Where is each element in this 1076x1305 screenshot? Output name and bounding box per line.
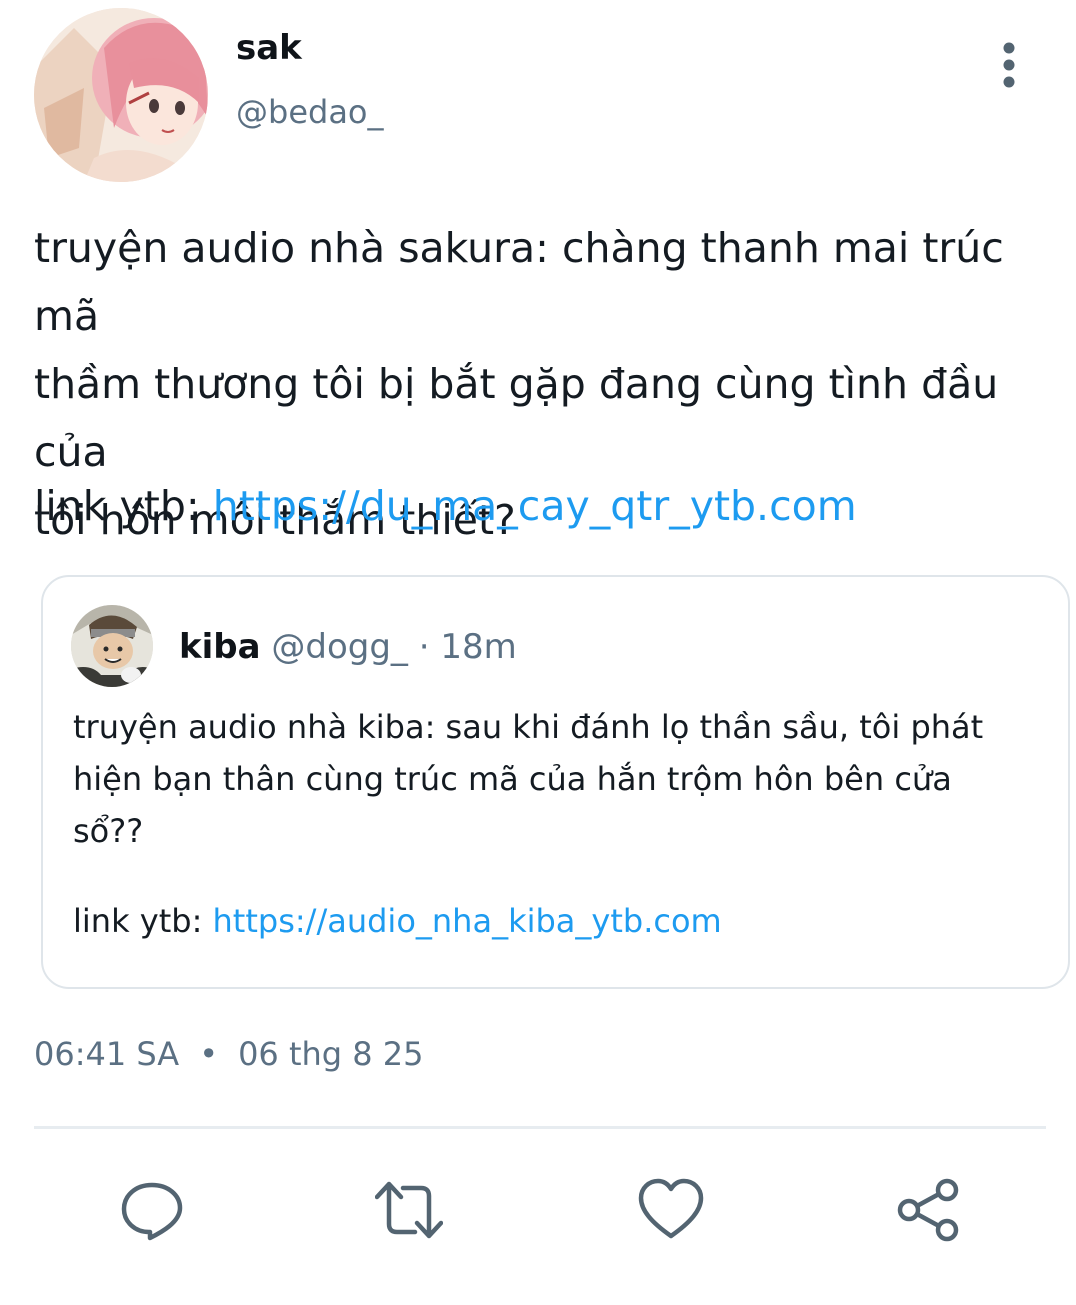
tweet-link-line: link ytb: https://du_ma_cay_qtr_ytb.com	[34, 472, 857, 540]
quoted-author-avatar[interactable]	[71, 605, 153, 687]
tweet-link-prefix: link ytb:	[34, 482, 213, 530]
reply-icon	[121, 1182, 183, 1241]
divider	[34, 1126, 1046, 1129]
quoted-link-line: link ytb: https://audio_nha_kiba_ytb.com	[73, 895, 722, 947]
retweet-button[interactable]	[374, 1176, 444, 1244]
quoted-separator: ·	[407, 627, 441, 667]
like-button[interactable]	[637, 1176, 705, 1244]
author-handle[interactable]: @bedao_	[236, 92, 384, 132]
tweet-timestamp: 06:41 SA • 06 thg 8 25	[34, 1030, 424, 1078]
quoted-header: kiba @dogg_ · 18m	[179, 625, 517, 669]
share-button[interactable]	[895, 1176, 963, 1244]
quoted-link-prefix: link ytb:	[73, 902, 213, 940]
author-avatar[interactable]	[34, 8, 208, 182]
more-options-button[interactable]	[992, 40, 1026, 90]
author-display-name[interactable]: sak	[236, 28, 302, 68]
like-icon	[638, 1178, 704, 1239]
share-icon	[897, 1178, 959, 1242]
reply-button[interactable]	[118, 1176, 186, 1244]
tweet-link[interactable]: https://du_ma_cay_qtr_ytb.com	[213, 482, 857, 530]
anime-boy-avatar-icon	[71, 605, 153, 687]
tweet-date: 06 thg 8 25	[238, 1035, 424, 1073]
timestamp-separator: •	[199, 1035, 219, 1073]
more-vertical-icon	[1003, 42, 1015, 88]
quoted-tweet-card[interactable]: kiba @dogg_ · 18m truyện audio nhà kiba:…	[41, 575, 1070, 989]
quoted-link[interactable]: https://audio_nha_kiba_ytb.com	[213, 902, 722, 940]
quoted-time: 18m	[440, 627, 517, 667]
anime-girl-pink-hair-avatar-icon	[34, 8, 208, 182]
quoted-author-name[interactable]: kiba	[179, 627, 261, 667]
tweet-time: 06:41 SA	[34, 1035, 180, 1073]
quoted-tweet-text: truyện audio nhà kiba: sau khi đánh lọ t…	[73, 708, 984, 850]
quoted-author-handle[interactable]: @dogg_	[271, 627, 408, 667]
retweet-icon	[374, 1181, 444, 1239]
